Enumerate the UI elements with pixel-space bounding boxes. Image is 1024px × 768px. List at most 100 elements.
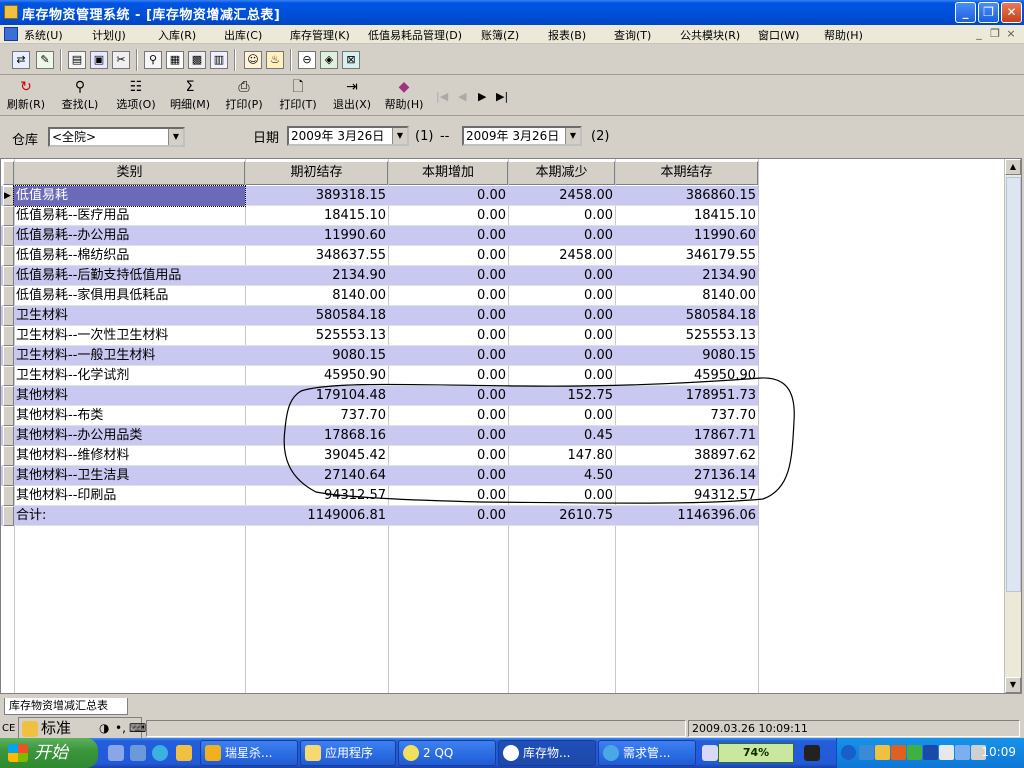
ime-toolbar[interactable]: 标准 ◑ •, ⌨	[18, 717, 146, 739]
help-button[interactable]: ◆ 帮助(H)	[382, 78, 426, 114]
ime-logo-icon[interactable]	[22, 721, 38, 737]
status-datetime: 2009.03.26 10:09:11	[688, 720, 1020, 737]
menu-system[interactable]: 系统(U)	[24, 27, 63, 43]
detail-button[interactable]: Σ 明细(M)	[168, 78, 212, 114]
task-inventory-system[interactable]: 库存物...	[498, 740, 596, 766]
menu-low-value[interactable]: 低值易耗品管理(D)	[368, 27, 462, 43]
form-icon[interactable]: ▦	[166, 51, 184, 69]
date-from-picker[interactable]: 2009年 3月26日 ▼	[287, 126, 409, 146]
exit-icon[interactable]: ⊠	[342, 51, 360, 69]
book-icon[interactable]: ◈	[320, 51, 338, 69]
refresh-button[interactable]: ↻ 刷新(R)	[4, 78, 48, 114]
find-button[interactable]: ⚲ 查找(L)	[58, 78, 102, 114]
exit-button[interactable]: ⇥ 退出(X)	[330, 78, 374, 114]
date-from-link[interactable]: (1)	[415, 129, 433, 144]
tab-inventory-summary[interactable]: 库存物资增减汇总表	[4, 698, 128, 715]
task-qq[interactable]: 2 QQ	[398, 740, 496, 766]
mdi-minimize-icon[interactable]: _	[972, 27, 986, 41]
first-record-icon[interactable]: |◀	[436, 90, 448, 103]
date-range-dash: --	[440, 129, 450, 144]
menu-query[interactable]: 查询(T)	[614, 27, 651, 43]
menu-stock-out[interactable]: 出库(C)	[224, 27, 262, 43]
menu-common[interactable]: 公共模块(R)	[680, 27, 740, 43]
task-antivirus[interactable]: 瑞星杀...	[200, 740, 298, 766]
browser-quicklaunch-icon[interactable]	[130, 745, 146, 761]
options-icon: ☷	[129, 79, 143, 95]
chevron-down-icon[interactable]: ▼	[168, 129, 183, 145]
tray-antivirus-icon[interactable]	[891, 745, 906, 760]
menu-stock-in[interactable]: 入库(R)	[158, 27, 196, 43]
summary-table[interactable]: 类别 期初结存 本期增加 本期减少 本期结存 ▶ 低值易耗 389318.15 0.0…	[0, 158, 1022, 694]
menu-help[interactable]: 帮助(H)	[824, 27, 863, 43]
system-menu-icon[interactable]	[4, 27, 18, 41]
menu-window[interactable]: 窗口(W)	[758, 27, 799, 43]
last-record-icon[interactable]: ▶|	[496, 90, 508, 103]
tray-umbrella-icon[interactable]	[907, 745, 922, 760]
keyboard-icon[interactable]: ⌨	[129, 721, 146, 735]
media-quicklaunch-icon[interactable]	[176, 745, 192, 761]
export-icon[interactable]: ▣	[90, 51, 108, 69]
punctuation-icon[interactable]: •,	[115, 721, 126, 735]
menu-report[interactable]: 报表(B)	[548, 27, 586, 43]
date-to-link[interactable]: (2)	[591, 129, 609, 144]
print-preview-button[interactable]: 🗋 打印(T)	[276, 78, 320, 114]
toolbar-separator	[234, 49, 236, 71]
options-button[interactable]: ☷ 选项(O)	[114, 78, 158, 114]
half-width-icon[interactable]: ◑	[99, 721, 109, 735]
user-card-icon[interactable]: ☺	[244, 51, 262, 69]
start-button[interactable]: 开始	[0, 738, 98, 768]
power-plug-icon[interactable]	[804, 745, 820, 761]
date-label: 日期	[253, 131, 280, 146]
login-icon[interactable]: ⇄	[12, 51, 30, 69]
taskbar-clock[interactable]: 10:09	[981, 745, 1016, 759]
menu-bar: 系统(U) 计划(J) 入库(R) 出库(C) 库存管理(K) 低值易耗品管理(…	[0, 25, 1024, 44]
tray-device-icon[interactable]	[939, 745, 954, 760]
menu-ledger[interactable]: 账簿(Z)	[481, 27, 519, 43]
document-icon[interactable]: ▤	[68, 51, 86, 69]
vertical-scrollbar[interactable]: ▲ ▼	[1004, 159, 1021, 693]
thermometer-icon[interactable]: ♨	[266, 51, 284, 69]
scroll-up-icon[interactable]: ▲	[1005, 159, 1021, 175]
mdi-close-icon[interactable]: ×	[1004, 27, 1018, 41]
tray-expand-icon[interactable]	[841, 745, 856, 760]
restore-button[interactable]: ❐	[978, 2, 999, 23]
edit-doc-icon[interactable]: ✎	[36, 51, 54, 69]
toolbar-report: ↻ 刷新(R) ⚲ 查找(L) ☷ 选项(O) Σ 明细(M) ⎙ 打印(P) …	[0, 76, 1024, 116]
next-record-icon[interactable]: ▶	[478, 90, 486, 103]
ime-mode-label[interactable]: 标准	[41, 719, 71, 738]
tray-display-icon[interactable]	[955, 745, 970, 760]
tools-icon[interactable]: ✂	[112, 51, 130, 69]
taskbar: 开始 瑞星杀... 应用程序 2 QQ 库存物... 需求管... 74% 10…	[0, 738, 1024, 768]
menu-plan[interactable]: 计划(J)	[92, 27, 126, 43]
no-entry-icon[interactable]: ⊖	[298, 51, 316, 69]
app-cross-icon	[503, 745, 519, 761]
language-bar-icon[interactable]	[702, 745, 718, 761]
magnifier-icon: ⚲	[74, 79, 86, 95]
battery-indicator[interactable]: 74%	[718, 743, 794, 763]
warehouse-select[interactable]: <全院> ▼	[48, 127, 185, 147]
ie-quicklaunch-icon[interactable]	[152, 745, 168, 761]
tray-qq-icon[interactable]	[875, 745, 890, 760]
prev-record-icon[interactable]: ◀	[458, 90, 466, 103]
print-button[interactable]: ⎙ 打印(P)	[222, 78, 266, 114]
date-to-picker[interactable]: 2009年 3月26日 ▼	[462, 126, 582, 146]
mdi-restore-icon[interactable]: ❐	[988, 27, 1002, 41]
report-icon[interactable]: ▥	[210, 51, 228, 69]
chevron-down-icon[interactable]: ▼	[392, 128, 407, 144]
calendar-icon[interactable]: ▩	[188, 51, 206, 69]
chevron-down-icon[interactable]: ▼	[565, 128, 580, 144]
search-icon[interactable]: ⚲	[144, 51, 162, 69]
task-requirements[interactable]: 需求管...	[598, 740, 696, 766]
close-button[interactable]: ✕	[1001, 2, 1022, 23]
menu-inventory[interactable]: 库存管理(K)	[290, 27, 350, 43]
show-desktop-icon[interactable]	[108, 745, 124, 761]
scroll-down-icon[interactable]: ▼	[1005, 677, 1021, 693]
tray-signal-icon[interactable]	[923, 745, 938, 760]
warehouse-label: 仓库	[12, 133, 39, 148]
tray-network-icon[interactable]	[859, 745, 874, 760]
scrollbar-thumb[interactable]	[1006, 177, 1021, 592]
task-applications[interactable]: 应用程序	[300, 740, 396, 766]
minimize-button[interactable]: _	[955, 2, 976, 23]
system-tray: 10:09	[836, 738, 1024, 768]
title-bar[interactable]: 库存物资管理系统 - [库存物资增减汇总表] _ ❐ ✕	[0, 0, 1024, 25]
